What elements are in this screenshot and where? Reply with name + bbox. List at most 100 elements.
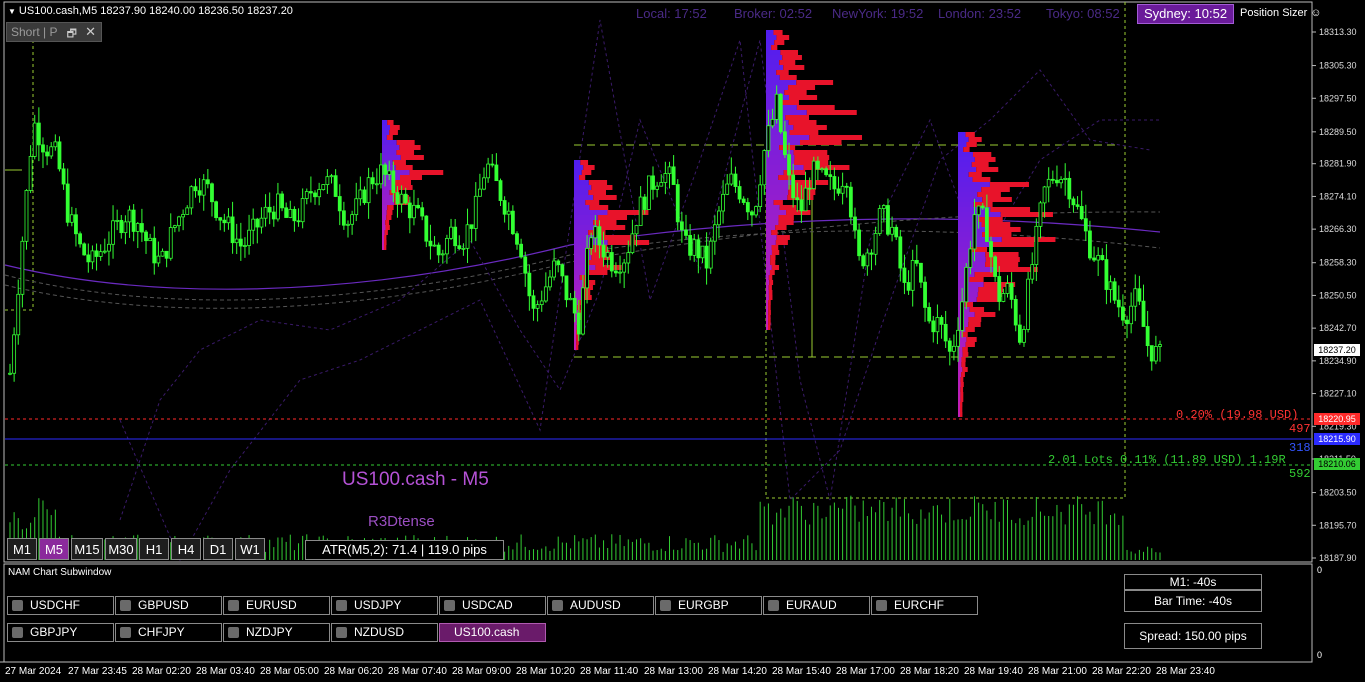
checkbox-icon[interactable] — [876, 600, 887, 611]
pair-button-gbpusd[interactable]: GBPUSD — [115, 596, 222, 615]
checkbox-icon[interactable] — [228, 627, 239, 638]
candle-body — [692, 239, 697, 256]
candle-body — [123, 221, 128, 234]
candle-body — [346, 223, 350, 226]
close-icon[interactable]: ✕ — [85, 24, 96, 40]
session-broker: Broker: 02:52 — [734, 6, 813, 21]
candle-body — [898, 236, 903, 269]
timeframe-m1-button[interactable]: M1 — [7, 538, 37, 560]
candle-body — [436, 244, 441, 256]
candle-body — [420, 207, 425, 217]
pair-button-chfjpy[interactable]: CHFJPY — [115, 623, 222, 642]
pair-button-eurchf[interactable]: EURCHF — [871, 596, 978, 615]
session-sydney: Sydney: 10:52 — [1137, 4, 1234, 24]
pair-button-eurgbp[interactable]: EURGBP — [655, 596, 762, 615]
checkbox-icon[interactable] — [336, 600, 347, 611]
candle-body — [177, 216, 181, 227]
candle-body — [271, 211, 276, 220]
dropdown-triangle-icon[interactable]: ▼ — [8, 7, 16, 16]
candle-body — [1100, 255, 1105, 260]
candle-body — [329, 175, 334, 178]
bar-time: Bar Time: -40s — [1124, 590, 1262, 612]
candle-body — [642, 196, 647, 210]
volume-profile-bar — [960, 397, 964, 402]
volume-profile-bar — [382, 195, 395, 200]
pair-button-euraud[interactable]: EURAUD — [763, 596, 870, 615]
candle-body — [412, 204, 416, 219]
pair-button-eurusd[interactable]: EURUSD — [223, 596, 330, 615]
pair-button-us100-cash[interactable]: US100.cash — [439, 623, 546, 642]
checkbox-icon[interactable] — [336, 627, 347, 638]
candle-body — [1112, 281, 1117, 301]
timeframe-m5-button[interactable]: M5 — [39, 538, 69, 560]
checkbox-icon[interactable] — [768, 600, 779, 611]
volume-profile-bar — [776, 35, 790, 40]
candle-body — [139, 223, 144, 233]
checkbox-icon[interactable] — [660, 600, 671, 611]
volume-profile-bar — [382, 220, 386, 225]
volume-profile-bar — [766, 55, 783, 60]
volume-profile-bar — [766, 30, 774, 35]
checkbox-icon[interactable] — [12, 627, 23, 638]
pair-button-usdjpy[interactable]: USDJPY — [331, 596, 438, 615]
chart-author: R3Dtense — [368, 513, 435, 530]
timeframe-h4-button[interactable]: H4 — [171, 538, 201, 560]
volume-profile-bar — [574, 180, 589, 185]
volume-profile-bar — [574, 215, 598, 220]
pair-button-gbpjpy[interactable]: GBPJPY — [7, 623, 114, 642]
candle-body — [1158, 344, 1162, 347]
volume-profile-bar — [974, 312, 996, 317]
candle-body — [1009, 283, 1014, 300]
volume-profile-bar — [782, 55, 802, 60]
checkbox-icon[interactable] — [552, 600, 563, 611]
volume-profile-bar — [773, 30, 783, 35]
volume-profile-bar — [766, 135, 810, 140]
volume-profile-bar — [581, 170, 592, 175]
timeframe-m30-button[interactable]: M30 — [105, 538, 137, 560]
price-axis-label: 18313.30 — [1319, 27, 1357, 37]
volume-profile-bar — [775, 225, 787, 230]
volume-profile-bar — [768, 295, 773, 300]
pair-button-nzdjpy[interactable]: NZDJPY — [223, 623, 330, 642]
volume-profile-bar — [382, 230, 385, 235]
timeframe-m15-button[interactable]: M15 — [71, 538, 103, 560]
timeframe-d1-button[interactable]: D1 — [203, 538, 233, 560]
volume-profile-bar — [771, 245, 779, 250]
restore-icon[interactable]: 🗗 — [67, 25, 77, 44]
short-panel-button[interactable]: Short | P 🗗 ✕ — [6, 22, 102, 42]
volume-profile-bar — [593, 220, 617, 225]
volume-profile-bar — [978, 217, 1003, 222]
candle-body — [144, 231, 148, 242]
pair-button-audusd[interactable]: AUDUSD — [547, 596, 654, 615]
pair-button-usdcad[interactable]: USDCAD — [439, 596, 546, 615]
candle-body — [115, 219, 120, 222]
price-axis-label: 18281.90 — [1319, 159, 1357, 169]
checkbox-icon[interactable] — [12, 600, 23, 611]
candle-body — [770, 119, 775, 127]
candle-body — [506, 210, 511, 215]
timeframe-h1-button[interactable]: H1 — [139, 538, 169, 560]
candle-body — [1046, 178, 1051, 188]
candle-body — [721, 193, 725, 212]
checkbox-icon[interactable] — [444, 600, 455, 611]
candle-body — [341, 210, 346, 226]
checkbox-icon[interactable] — [120, 600, 131, 611]
timeframe-w1-button[interactable]: W1 — [235, 538, 265, 560]
volume-profile-bar — [574, 165, 584, 170]
position-sizer-button[interactable]: Position Sizer ☺ — [1240, 7, 1322, 19]
time-axis-label: 28 Mar 05:00 — [260, 666, 319, 677]
atr-readout: ATR(M5,2): 71.4 | 119.0 pips — [305, 540, 504, 560]
candle-body — [1092, 257, 1096, 261]
candle-body — [836, 188, 841, 194]
candle-body — [185, 207, 190, 215]
candle-body — [515, 233, 519, 245]
pair-button-usdchf[interactable]: USDCHF — [7, 596, 114, 615]
candle-body — [20, 240, 25, 295]
volume-profile-bar — [969, 307, 985, 312]
pair-button-nzdusd[interactable]: NZDUSD — [331, 623, 438, 642]
volume-profile-bar — [768, 290, 773, 295]
checkbox-icon[interactable] — [120, 627, 131, 638]
candle-body — [737, 186, 742, 200]
volume-profile-bar — [766, 230, 772, 235]
checkbox-icon[interactable] — [228, 600, 239, 611]
